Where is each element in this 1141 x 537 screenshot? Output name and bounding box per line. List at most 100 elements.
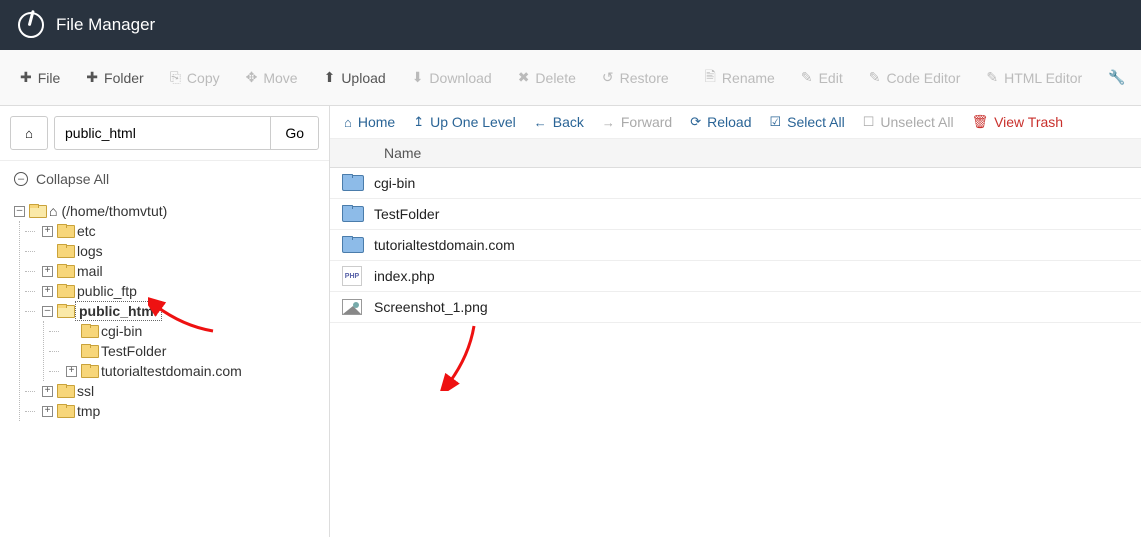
restore-button[interactable]: ↺Restore: [590, 61, 681, 94]
new-folder-button[interactable]: ✚Folder: [74, 61, 155, 94]
tree-root[interactable]: – ⌂ (/home/thomvtut): [14, 201, 319, 221]
sidebar: ⌂ Go – Collapse All – ⌂ (/home/thomvtut)…: [0, 106, 330, 537]
folder-icon: [57, 265, 73, 278]
file-name: tutorialtestdomain.com: [374, 234, 1141, 256]
tree-item-etc[interactable]: +etc: [38, 221, 319, 241]
tree-item-tmp[interactable]: +tmp: [38, 401, 319, 421]
table-row[interactable]: tutorialtestdomain.com: [330, 230, 1141, 261]
folder-icon: [57, 285, 73, 298]
folder-icon: [342, 175, 362, 191]
collapse-icon: –: [14, 172, 28, 186]
tree-item-mail[interactable]: +mail: [38, 261, 319, 281]
table-row[interactable]: TestFolder: [330, 199, 1141, 230]
unselect-all-link[interactable]: ☐Unselect All: [863, 114, 954, 130]
home-button[interactable]: ⌂: [10, 116, 48, 150]
expander-icon[interactable]: +: [42, 406, 53, 417]
folder-icon: [57, 245, 73, 258]
permissions-button[interactable]: 🔧: [1096, 61, 1137, 94]
table-row[interactable]: cgi-bin: [330, 168, 1141, 199]
file-icon: 🖹: [705, 66, 716, 90]
upload-icon: ⬆: [324, 69, 336, 86]
expander-icon[interactable]: –: [42, 306, 53, 317]
tree-item-public-ftp[interactable]: +public_ftp: [38, 281, 319, 301]
key-icon: 🔧: [1108, 69, 1125, 86]
move-button[interactable]: ✥Move: [234, 61, 310, 94]
go-button[interactable]: Go: [270, 116, 319, 150]
image-file-icon: [342, 299, 362, 315]
file-name: TestFolder: [374, 203, 1141, 225]
delete-icon: ✖: [518, 69, 530, 86]
main-panel: ⌂Home ↥Up One Level ←Back →Forward ⟳Relo…: [330, 106, 1141, 537]
back-link[interactable]: ←Back: [534, 114, 584, 130]
folder-icon: [342, 206, 362, 222]
pencil-icon: ✎: [801, 69, 813, 86]
table-row[interactable]: PHP index.php: [330, 261, 1141, 292]
folder-tree: – ⌂ (/home/thomvtut) +etc logs +mail +pu…: [0, 197, 329, 431]
expander-icon[interactable]: +: [66, 366, 77, 377]
plus-icon: ✚: [20, 69, 32, 86]
tree-item-logs[interactable]: logs: [38, 241, 319, 261]
file-name: index.php: [374, 265, 1141, 287]
forward-link[interactable]: →Forward: [602, 114, 672, 130]
app-header: File Manager: [0, 0, 1141, 50]
cpanel-logo-icon: [18, 12, 44, 38]
folder-icon: [81, 365, 97, 378]
reload-link[interactable]: ⟳Reload: [690, 114, 751, 130]
home-icon: ⌂: [49, 203, 57, 219]
view-trash-link[interactable]: 🗑View Trash: [972, 114, 1064, 130]
uncheck-icon: ☐: [863, 114, 875, 130]
tree-item-cgi-bin[interactable]: cgi-bin: [62, 321, 319, 341]
plus-icon: ✚: [86, 69, 98, 86]
up-arrow-icon: ↥: [413, 114, 424, 130]
home-icon: ⌂: [25, 126, 33, 141]
up-one-level-link[interactable]: ↥Up One Level: [413, 114, 516, 130]
html-editor-button[interactable]: ✎HTML Editor: [974, 61, 1094, 94]
home-icon: ⌂: [344, 115, 352, 130]
app-title: File Manager: [56, 15, 155, 35]
table-row[interactable]: Screenshot_1.png: [330, 292, 1141, 323]
new-file-button[interactable]: ✚File: [8, 61, 72, 94]
file-name: Screenshot_1.png: [374, 296, 1141, 318]
move-icon: ✥: [246, 69, 258, 86]
tree-item-ssl[interactable]: +ssl: [38, 381, 319, 401]
trash-icon: 🗑: [972, 114, 989, 130]
path-bar: ⌂ Go: [0, 106, 329, 161]
actions-bar: ⌂Home ↥Up One Level ←Back →Forward ⟳Relo…: [330, 106, 1141, 139]
expander-icon[interactable]: +: [42, 266, 53, 277]
folder-icon: [81, 345, 97, 358]
expander-icon[interactable]: +: [42, 386, 53, 397]
upload-button[interactable]: ⬆Upload: [312, 61, 398, 94]
select-all-link[interactable]: ☑Select All: [770, 114, 845, 130]
collapse-all-button[interactable]: – Collapse All: [0, 161, 329, 197]
php-file-icon: PHP: [342, 266, 362, 286]
main-toolbar: ✚File ✚Folder ⎘Copy ✥Move ⬆Upload ⬇Downl…: [0, 50, 1141, 106]
rename-button[interactable]: 🖹Rename: [693, 58, 787, 98]
file-table: Name cgi-bin TestFolder tutorialtestdomain…: [330, 139, 1141, 537]
tree-item-tutorialtestdomain[interactable]: +tutorialtestdomain.com: [62, 361, 319, 381]
copy-button[interactable]: ⎘Copy: [158, 61, 232, 94]
check-icon: ☑: [770, 114, 782, 130]
path-input[interactable]: [54, 116, 270, 150]
restore-icon: ↺: [602, 69, 614, 86]
tree-item-testfolder[interactable]: TestFolder: [62, 341, 319, 361]
folder-icon: [81, 325, 97, 338]
folder-open-icon: [57, 305, 73, 318]
download-button[interactable]: ⬇Download: [400, 61, 504, 94]
code-editor-button[interactable]: ✎Code Editor: [857, 61, 973, 94]
folder-open-icon: [29, 205, 45, 218]
column-name[interactable]: Name: [374, 139, 431, 167]
html-icon: ✎: [986, 69, 998, 86]
delete-button[interactable]: ✖Delete: [506, 61, 588, 94]
edit-button[interactable]: ✎Edit: [789, 61, 855, 94]
file-name: cgi-bin: [374, 172, 1141, 194]
expander-icon[interactable]: +: [42, 286, 53, 297]
tree-item-public-html[interactable]: –public_html: [38, 301, 319, 321]
folder-icon: [57, 225, 73, 238]
folder-icon: [342, 237, 362, 253]
folder-icon: [57, 385, 73, 398]
code-icon: ✎: [869, 69, 881, 86]
table-header: Name: [330, 139, 1141, 168]
expander-icon[interactable]: –: [14, 206, 25, 217]
expander-icon[interactable]: +: [42, 226, 53, 237]
home-link[interactable]: ⌂Home: [344, 114, 395, 130]
